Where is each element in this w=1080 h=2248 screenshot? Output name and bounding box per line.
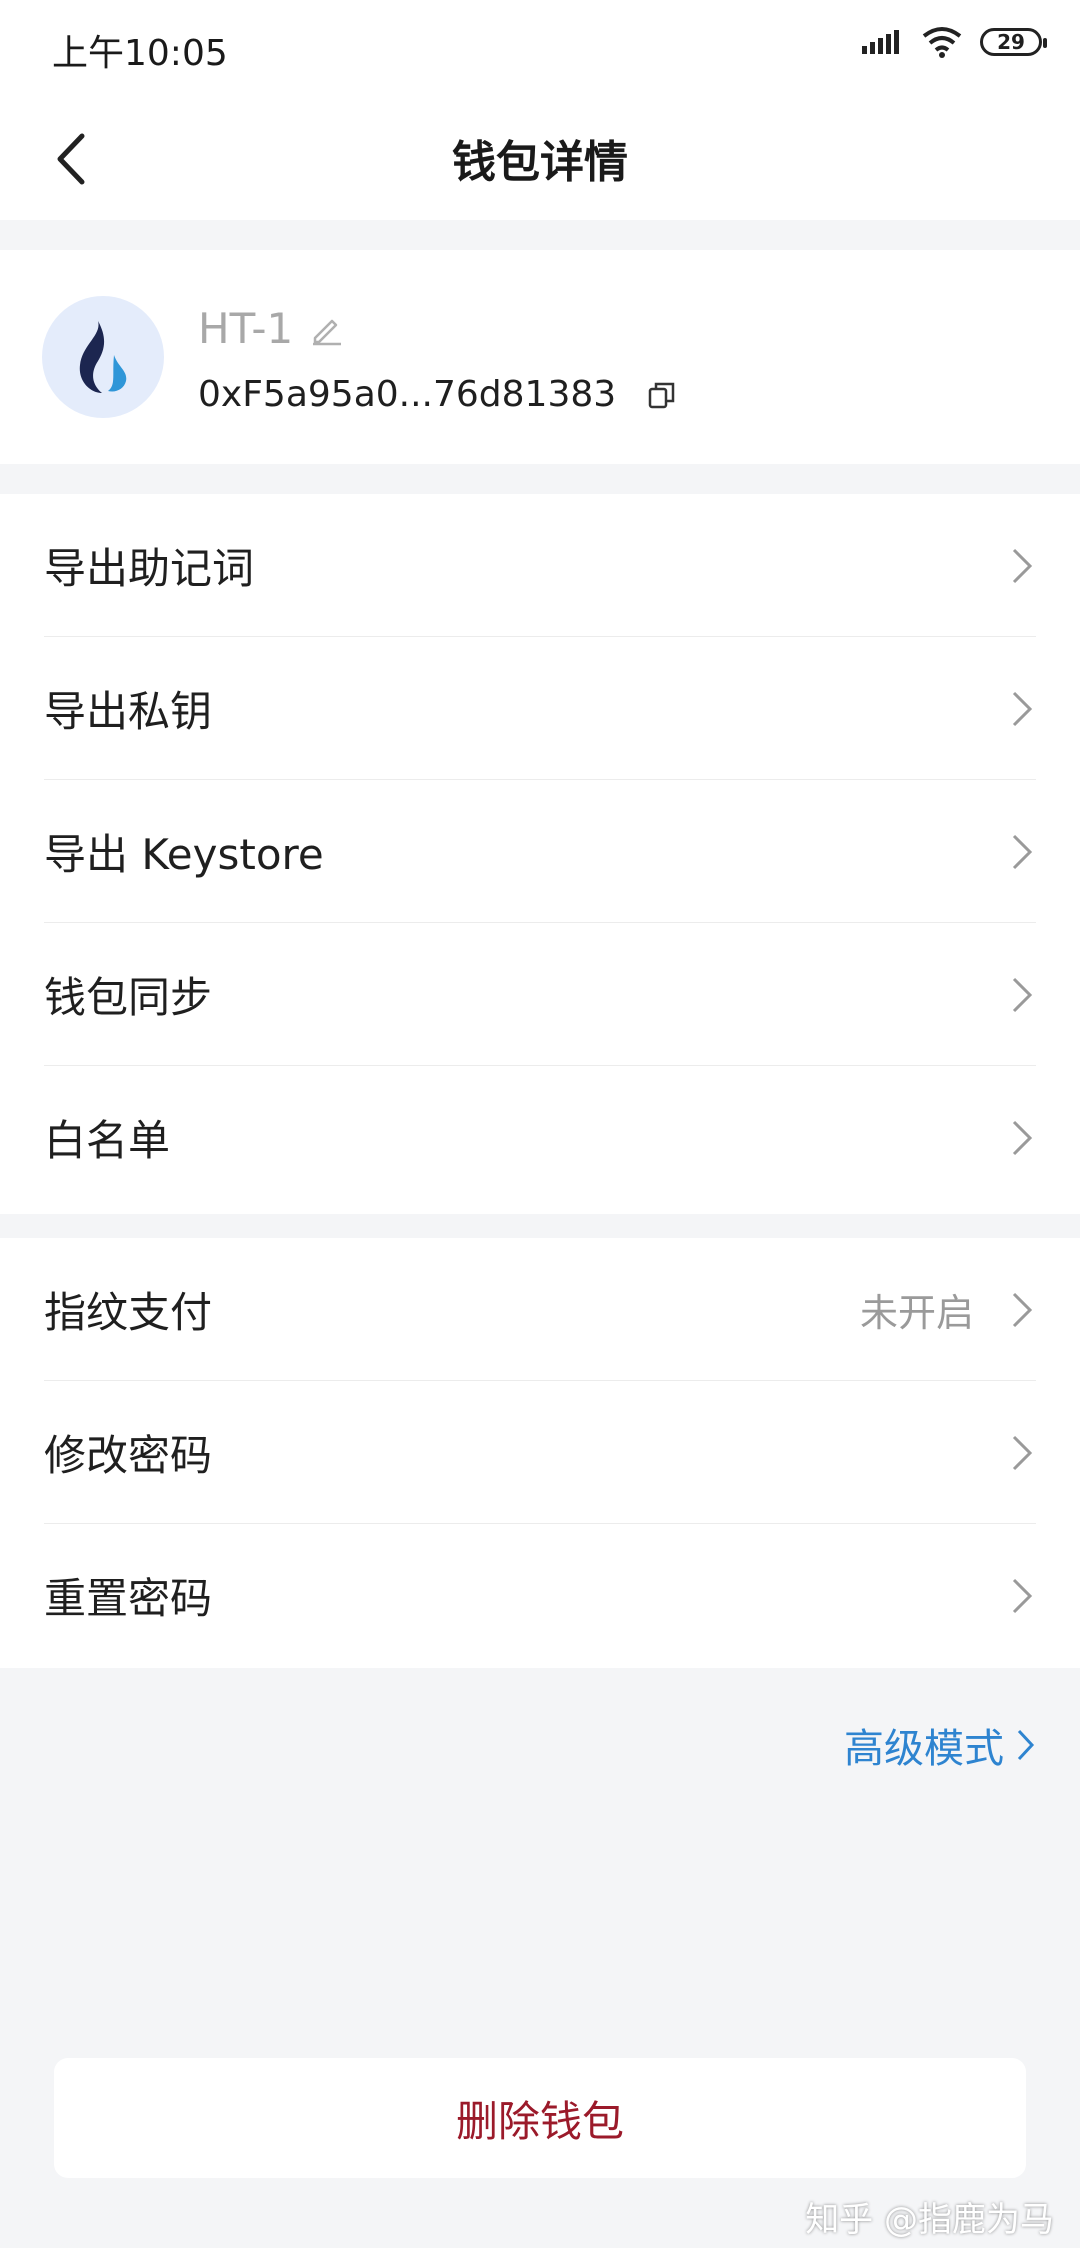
menu-item-export-private-key[interactable]: 导出私钥 bbox=[0, 637, 1080, 780]
menu-item-change-password[interactable]: 修改密码 bbox=[0, 1381, 1080, 1524]
wallet-address: 0xF5a95a0...76d81383 bbox=[198, 374, 617, 415]
menu-item-label: 指纹支付 bbox=[44, 1288, 213, 1337]
nav-bar: 钱包详情 bbox=[0, 96, 1080, 220]
status-time: 上午10:05 bbox=[52, 33, 228, 74]
menu-item-label: 重置密码 bbox=[44, 1574, 213, 1623]
menu-item-label: 钱包同步 bbox=[44, 973, 213, 1022]
chevron-right-icon bbox=[1017, 1729, 1035, 1761]
menu-item-label: 导出 Keystore bbox=[44, 830, 324, 879]
menu-group-security: 指纹支付 未开启 修改密码 重置密码 bbox=[0, 1238, 1080, 1668]
chevron-right-icon bbox=[1012, 691, 1033, 726]
wallet-name: HT-1 bbox=[198, 304, 294, 353]
chevron-right-icon bbox=[1012, 1435, 1033, 1470]
signal-icon bbox=[862, 30, 899, 54]
chevron-right-icon bbox=[1012, 1578, 1033, 1613]
flame-logo-icon bbox=[79, 321, 127, 393]
copy-icon[interactable] bbox=[646, 379, 678, 411]
menu-item-wallet-sync[interactable]: 钱包同步 bbox=[0, 923, 1080, 1066]
chevron-right-icon bbox=[1012, 977, 1033, 1012]
fingerprint-status: 未开启 bbox=[859, 1291, 974, 1335]
wallet-name-row[interactable]: HT-1 bbox=[198, 304, 343, 353]
delete-wallet-label: 删除钱包 bbox=[455, 2096, 624, 2146]
edit-pencil-icon[interactable] bbox=[309, 312, 343, 346]
watermark: 知乎 @指鹿为马 bbox=[805, 2200, 1054, 2240]
menu-item-reset-password[interactable]: 重置密码 bbox=[0, 1524, 1080, 1667]
chevron-right-icon bbox=[1012, 834, 1033, 869]
menu-group-export: 导出助记词 导出私钥 导出 Keystore 钱包同步 白名单 bbox=[0, 494, 1080, 1214]
battery-level: 29 bbox=[997, 30, 1025, 54]
menu-item-fingerprint-pay[interactable]: 指纹支付 未开启 bbox=[0, 1238, 1080, 1381]
advanced-mode-label: 高级模式 bbox=[844, 1726, 1004, 1772]
advanced-mode-link[interactable]: 高级模式 bbox=[844, 1716, 1036, 1774]
menu-item-label: 白名单 bbox=[44, 1116, 171, 1165]
chevron-right-icon bbox=[1012, 1120, 1033, 1155]
delete-wallet-button[interactable]: 删除钱包 bbox=[54, 2058, 1026, 2178]
menu-item-label: 修改密码 bbox=[44, 1431, 213, 1480]
menu-item-export-mnemonic[interactable]: 导出助记词 bbox=[0, 494, 1080, 637]
menu-item-whitelist[interactable]: 白名单 bbox=[0, 1066, 1080, 1209]
menu-item-label: 导出私钥 bbox=[44, 687, 213, 736]
menu-item-export-keystore[interactable]: 导出 Keystore bbox=[0, 780, 1080, 923]
page-title: 钱包详情 bbox=[452, 137, 628, 188]
wallet-address-row: 0xF5a95a0...76d81383 bbox=[198, 374, 678, 415]
menu-item-label: 导出助记词 bbox=[44, 544, 255, 593]
wifi-icon bbox=[922, 27, 962, 58]
chevron-right-icon bbox=[1012, 548, 1033, 583]
status-bar: 上午10:05 29 bbox=[0, 0, 1080, 96]
wallet-card: HT-1 0xF5a95a0...76d81383 bbox=[0, 250, 1080, 464]
wallet-avatar bbox=[42, 296, 164, 418]
battery-icon: 29 bbox=[980, 28, 1047, 56]
status-icons: 29 bbox=[860, 26, 1047, 58]
chevron-right-icon bbox=[1012, 1292, 1033, 1327]
